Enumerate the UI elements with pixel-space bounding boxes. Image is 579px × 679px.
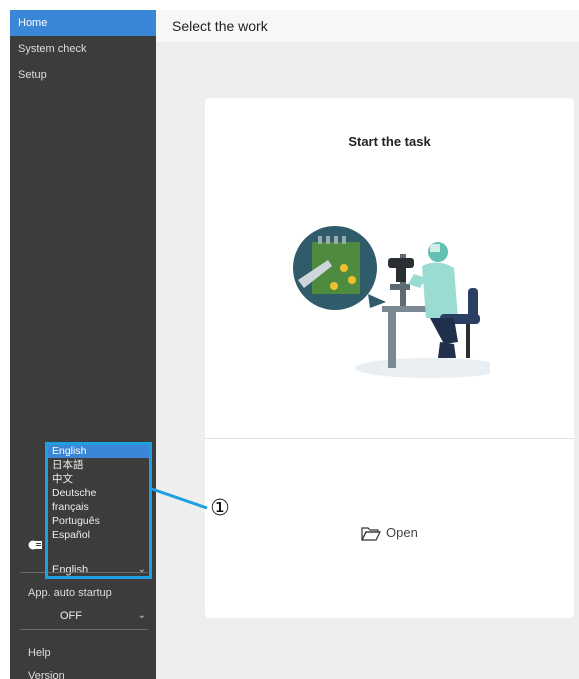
card-divider [205,438,574,439]
language-select-value: English [52,564,89,576]
divider [20,629,148,630]
page-title: Select the work [172,18,268,34]
auto-startup-select[interactable]: OFF ⌄ [54,607,152,625]
auto-startup-label: App. auto startup [28,587,112,599]
open-button[interactable]: Open [361,523,418,543]
callout-number: ① [210,496,230,521]
task-card: Start the task Open [205,98,574,618]
chevron-down-icon: ⌄ [137,564,146,575]
language-option-portuguese[interactable]: Português [46,514,152,528]
language-option-german[interactable]: Deutsche [46,486,152,500]
divider [20,572,148,573]
folder-open-icon [361,526,381,541]
language-select[interactable]: English ⌄ [46,562,152,578]
auto-startup-value: OFF [60,610,82,622]
sidebar-item-system-check[interactable]: System check [10,36,156,62]
language-option-spanish[interactable]: Español [46,528,152,542]
language-option-japanese[interactable]: 日本語 [46,458,152,472]
help-link[interactable]: Help [28,647,51,659]
main-area: Select the work Start the task Open [156,10,579,679]
technician-microscope-illustration [293,226,490,378]
language-icon [28,540,42,550]
version-link[interactable]: Version [28,670,65,679]
header-bar: Select the work [156,10,579,42]
language-option-english[interactable]: English [46,444,152,458]
sidebar: Home System check Setup English 日本語 中文 D… [10,10,156,679]
sidebar-item-home[interactable]: Home [10,10,156,36]
chevron-down-icon: ⌄ [137,610,146,621]
sidebar-item-setup[interactable]: Setup [10,62,156,88]
language-option-chinese[interactable]: 中文 [46,472,152,486]
open-button-label: Open [386,525,418,540]
card-title: Start the task [348,134,431,149]
language-option-french[interactable]: français [46,500,152,514]
language-dropdown-list: English 日本語 中文 Deutsche français Portugu… [46,444,152,542]
